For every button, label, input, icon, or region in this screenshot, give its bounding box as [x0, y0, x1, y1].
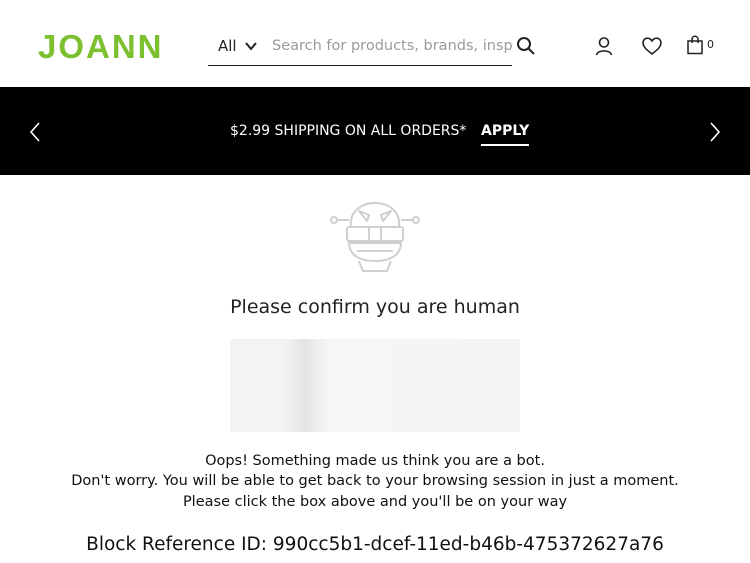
captcha-press-hold-box[interactable]: [230, 339, 520, 432]
joann-logo[interactable]: JOANN: [38, 30, 164, 64]
chevron-down-icon[interactable]: [244, 39, 258, 53]
block-reference-id: Block Reference ID: 990cc5b1-dcef-11ed-b…: [86, 534, 664, 555]
promo-text: $2.99 SHIPPING ON ALL ORDERS*: [230, 123, 467, 139]
promo-apply-link[interactable]: APPLY: [481, 122, 530, 146]
bot-message-line-3: Please click the box above and you'll be…: [182, 494, 568, 510]
account-icon[interactable]: [594, 36, 614, 56]
search-icon[interactable]: [516, 36, 536, 56]
chevron-right-icon[interactable]: [708, 121, 722, 143]
bot-message-line-1: Oops! Something made us think you are a …: [205, 453, 545, 469]
search-bar: All: [208, 28, 514, 66]
promo-banner: $2.99 SHIPPING ON ALL ORDERS* APPLY: [0, 87, 750, 175]
search-input[interactable]: [272, 35, 514, 57]
bot-message-line-2: Don't worry. You will be able to get bac…: [71, 473, 679, 489]
cart-count[interactable]: 0: [707, 38, 714, 52]
page-title: Please confirm you are human: [230, 296, 520, 318]
robot-icon: [330, 202, 420, 272]
department-select[interactable]: All: [218, 37, 237, 55]
chevron-left-icon[interactable]: [28, 121, 42, 143]
heart-icon[interactable]: [641, 36, 663, 56]
shopping-bag-icon[interactable]: [686, 35, 704, 55]
site-header: JOANN All 0: [0, 0, 750, 87]
